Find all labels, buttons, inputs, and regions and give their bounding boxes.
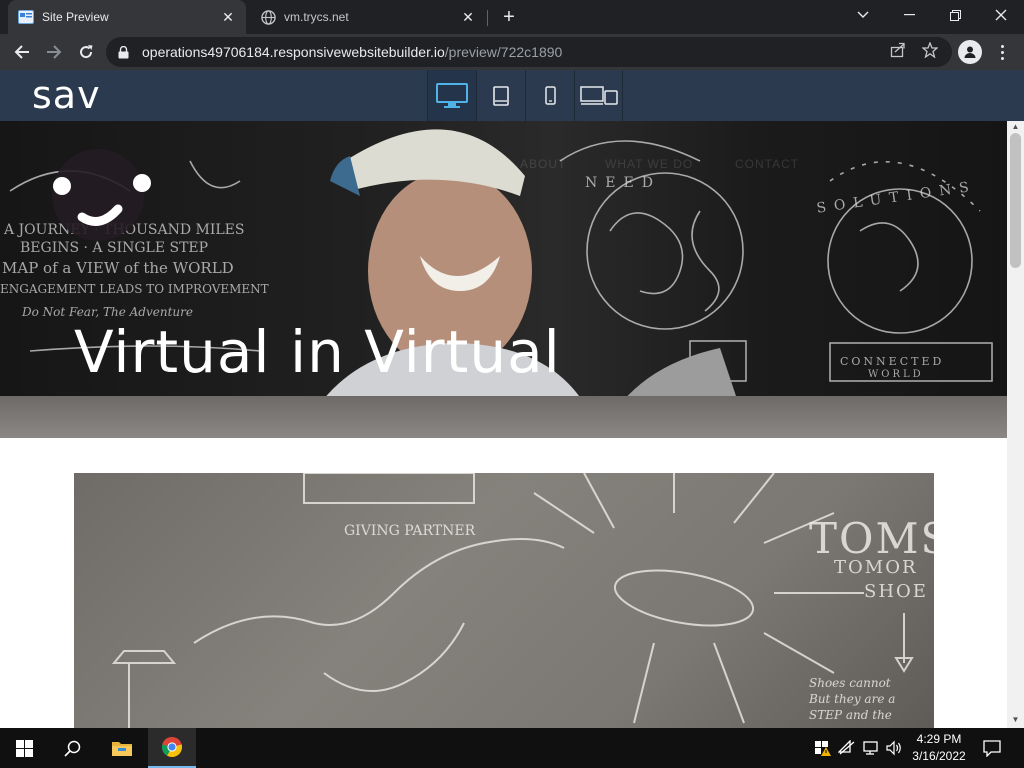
- url-host: operations49706184.responsivewebsitebuil…: [142, 44, 445, 60]
- address-bar[interactable]: operations49706184.responsivewebsitebuil…: [106, 37, 952, 67]
- mobile-view-button[interactable]: [525, 70, 574, 121]
- tab-site-preview[interactable]: Site Preview ✕: [8, 0, 246, 34]
- profile-avatar[interactable]: [958, 40, 982, 64]
- share-icon[interactable]: [889, 41, 907, 59]
- clock-time: 4:29 PM: [916, 732, 962, 746]
- svg-text:WORLD: WORLD: [868, 369, 924, 380]
- scroll-thumb[interactable]: [1010, 133, 1021, 268]
- svg-text:SHOE: SHOE: [864, 581, 928, 602]
- site-preview-favicon: [18, 9, 34, 25]
- system-clock[interactable]: 4:29 PM 3/16/2022: [906, 731, 972, 765]
- browser-toolbar: operations49706184.responsivewebsitebuil…: [0, 34, 1024, 70]
- nav-link-contact[interactable]: CONTACT: [735, 157, 799, 171]
- svg-text:Do Not Fear, The Adventure: Do Not Fear, The Adventure: [21, 305, 193, 319]
- minimize-button[interactable]: [886, 0, 932, 30]
- security-alert-icon[interactable]: [812, 738, 832, 758]
- tab-strip: Site Preview ✕ vm.trycs.net ✕ +: [0, 0, 1024, 34]
- bookmark-star-icon[interactable]: [921, 41, 939, 59]
- tablet-icon: [493, 85, 509, 106]
- chrome-icon: [161, 737, 183, 758]
- svg-text:SOLUTIONS: SOLUTIONS: [816, 178, 978, 216]
- globe-icon: [260, 9, 276, 25]
- search-button[interactable]: [48, 728, 96, 768]
- all-devices-view-button[interactable]: [574, 70, 623, 121]
- svg-text:MAP of a VIEW of the WORLD: MAP of a VIEW of the WORLD: [2, 259, 234, 277]
- svg-text:CONNECTED: CONNECTED: [840, 355, 944, 368]
- hero-banner: A JOURNEY · THOUSAND MILES BEGINS · A SI…: [0, 121, 1007, 438]
- forward-button[interactable]: [40, 38, 68, 66]
- tablet-view-button[interactable]: [476, 70, 525, 121]
- volume-icon[interactable]: [885, 738, 905, 758]
- svg-text:But they are a: But they are a: [808, 692, 895, 706]
- nav-link-about[interactable]: ABOUT: [520, 157, 566, 171]
- url-path: /preview/722c1890: [444, 44, 563, 60]
- svg-text:NEED: NEED: [585, 175, 661, 191]
- restore-button[interactable]: [932, 0, 978, 30]
- file-explorer-icon: [112, 742, 132, 756]
- network-off-icon[interactable]: [837, 738, 857, 758]
- lock-icon[interactable]: [116, 45, 130, 59]
- svg-text:GIVING PARTNER: GIVING PARTNER: [344, 523, 476, 539]
- svg-text:TOMOR: TOMOR: [834, 557, 918, 578]
- desktop-view-button[interactable]: [427, 70, 476, 121]
- search-icon: [63, 740, 80, 757]
- windows-taskbar: 4:29 PM 3/16/2022: [0, 728, 1024, 768]
- new-tab-button[interactable]: +: [498, 6, 520, 28]
- page-scrollbar[interactable]: ▲ ▼: [1007, 121, 1024, 728]
- chrome-taskbar-button[interactable]: [148, 728, 196, 768]
- scroll-up-arrow[interactable]: ▲: [1011, 122, 1020, 131]
- desktop-icon: [436, 82, 468, 108]
- mobile-icon: [544, 86, 556, 105]
- notifications-icon[interactable]: [982, 738, 1002, 758]
- tab-vm-trycs[interactable]: vm.trycs.net ✕: [250, 0, 486, 34]
- tab-separator: [487, 10, 488, 26]
- clock-date: 3/16/2022: [912, 749, 966, 763]
- svg-text:ENGAGEMENT LEADS TO IMPROVEMEN: ENGAGEMENT LEADS TO IMPROVEMENT: [0, 282, 269, 296]
- device-switcher: [427, 70, 623, 121]
- browser-menu-icon[interactable]: [992, 40, 1012, 64]
- site-logo[interactable]: [40, 143, 158, 243]
- display-icon[interactable]: [862, 738, 882, 758]
- svg-text:STEP and the: STEP and the: [809, 708, 892, 722]
- start-button[interactable]: [0, 728, 48, 768]
- nav-link-what-we-do[interactable]: WHAT WE DO: [605, 157, 693, 171]
- tab-title: vm.trycs.net: [284, 10, 349, 24]
- hero-headline: Virtual in Virtual: [74, 318, 561, 386]
- builder-brand-logo[interactable]: sav: [32, 74, 101, 116]
- scroll-down-arrow[interactable]: ▼: [1011, 715, 1020, 724]
- start-icon: [15, 739, 33, 757]
- close-tab-icon[interactable]: ✕: [220, 9, 236, 25]
- tab-search-icon[interactable]: [840, 0, 886, 30]
- preview-toolbar: sav: [0, 70, 1024, 121]
- svg-text:TOMS: TOMS: [809, 514, 934, 563]
- svg-text:Shoes cannot: Shoes cannot: [809, 676, 891, 690]
- site-preview-viewport: A JOURNEY · THOUSAND MILES BEGINS · A SI…: [0, 121, 1024, 728]
- tab-title: Site Preview: [42, 10, 109, 24]
- back-button[interactable]: [8, 38, 36, 66]
- hero-floor: [0, 396, 1007, 438]
- file-explorer-button[interactable]: [98, 728, 146, 768]
- multi-device-icon: [579, 85, 618, 105]
- close-window-button[interactable]: [978, 0, 1024, 30]
- content-image: GIVING PARTNER TOMS TOMOR SHOE Shoes can…: [74, 473, 934, 728]
- reload-button[interactable]: [72, 38, 100, 66]
- close-tab-icon[interactable]: ✕: [460, 9, 476, 25]
